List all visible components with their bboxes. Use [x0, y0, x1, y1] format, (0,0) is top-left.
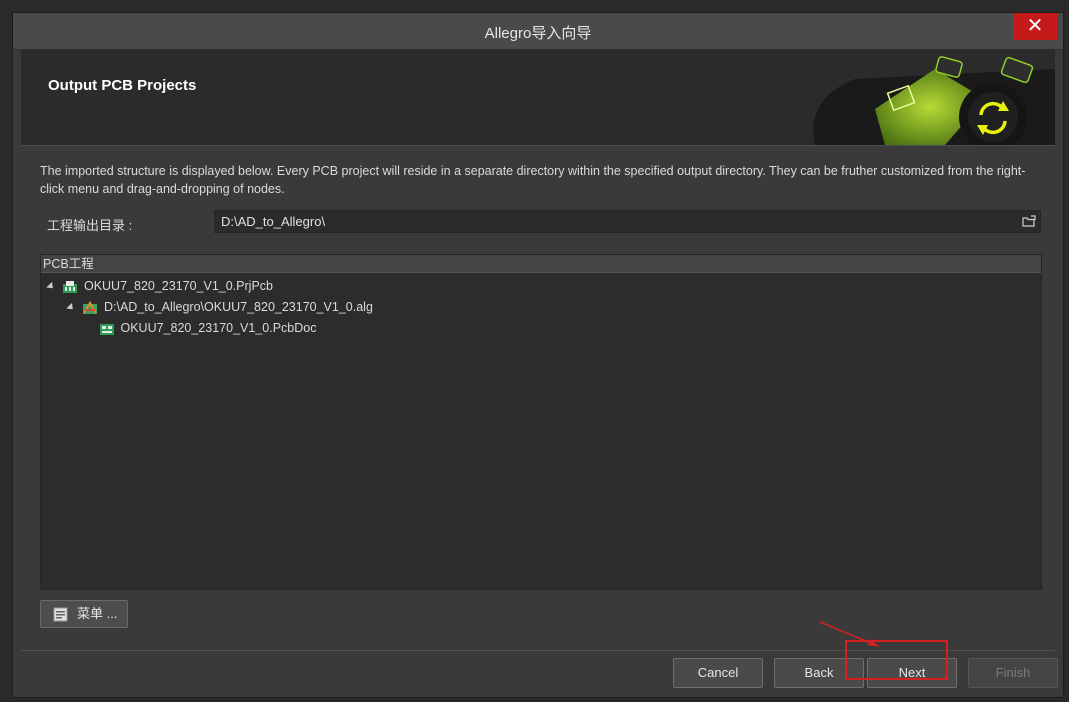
folder-open-icon[interactable] [1022, 215, 1036, 227]
tree-node-project[interactable]: OKUU7_820_23170_V1_0.PrjPcb [46, 276, 273, 296]
close-button[interactable]: ✕ [1013, 13, 1057, 40]
menu-icon [53, 607, 68, 622]
description-text: The imported structure is displayed belo… [40, 164, 1026, 196]
tree-node-label: D:\AD_to_Allegro\OKUU7_820_23170_V1_0.al… [103, 300, 373, 314]
back-button[interactable]: Back [774, 658, 864, 688]
tree-node-label: OKUU7_820_23170_V1_0.PrjPcb [83, 279, 273, 293]
output-dir-value: D:\AD_to_Allegro\ [221, 214, 326, 229]
menu-button[interactable]: 菜单 ... [40, 600, 128, 628]
header-graphic-icon [795, 49, 1055, 145]
finish-button[interactable]: Finish [968, 658, 1058, 688]
tree-node-pcbdoc[interactable]: OKUU7_820_23170_V1_0.PcbDoc [99, 318, 316, 338]
tree-node-label: OKUU7_820_23170_V1_0.PcbDoc [120, 321, 317, 335]
tree-node-alg[interactable]: D:\AD_to_Allegro\OKUU7_820_23170_V1_0.al… [66, 297, 373, 317]
pcb-project-icon [63, 280, 78, 293]
tree-header: PCB工程 [41, 255, 1041, 273]
title-bar[interactable]: Allegro导入向导 ✕ [13, 13, 1063, 50]
output-dir-input[interactable]: D:\AD_to_Allegro\ [214, 210, 1041, 233]
window-title: Allegro导入向导 [484, 25, 592, 42]
expand-arrow-icon[interactable] [66, 303, 76, 313]
page-title: Output PCB Projects [48, 77, 197, 94]
cancel-button[interactable]: Cancel [673, 658, 763, 688]
wizard-header: Output PCB Projects [21, 49, 1055, 146]
footer-divider [21, 650, 1055, 651]
menu-button-label: 菜单 ... [77, 606, 118, 621]
next-button[interactable]: Next [867, 658, 957, 688]
expand-arrow-icon[interactable] [46, 282, 56, 292]
pcb-doc-icon [100, 323, 114, 335]
pcb-project-tree[interactable]: PCB工程 OKUU7_820_23170_V1_0.PrjPcb D:\AD_… [40, 254, 1042, 590]
wizard-window: Allegro导入向导 ✕ Output PCB Projects The im… [12, 12, 1064, 698]
allegro-file-icon [83, 300, 98, 314]
output-dir-label: 工程输出目录 : [47, 218, 133, 233]
